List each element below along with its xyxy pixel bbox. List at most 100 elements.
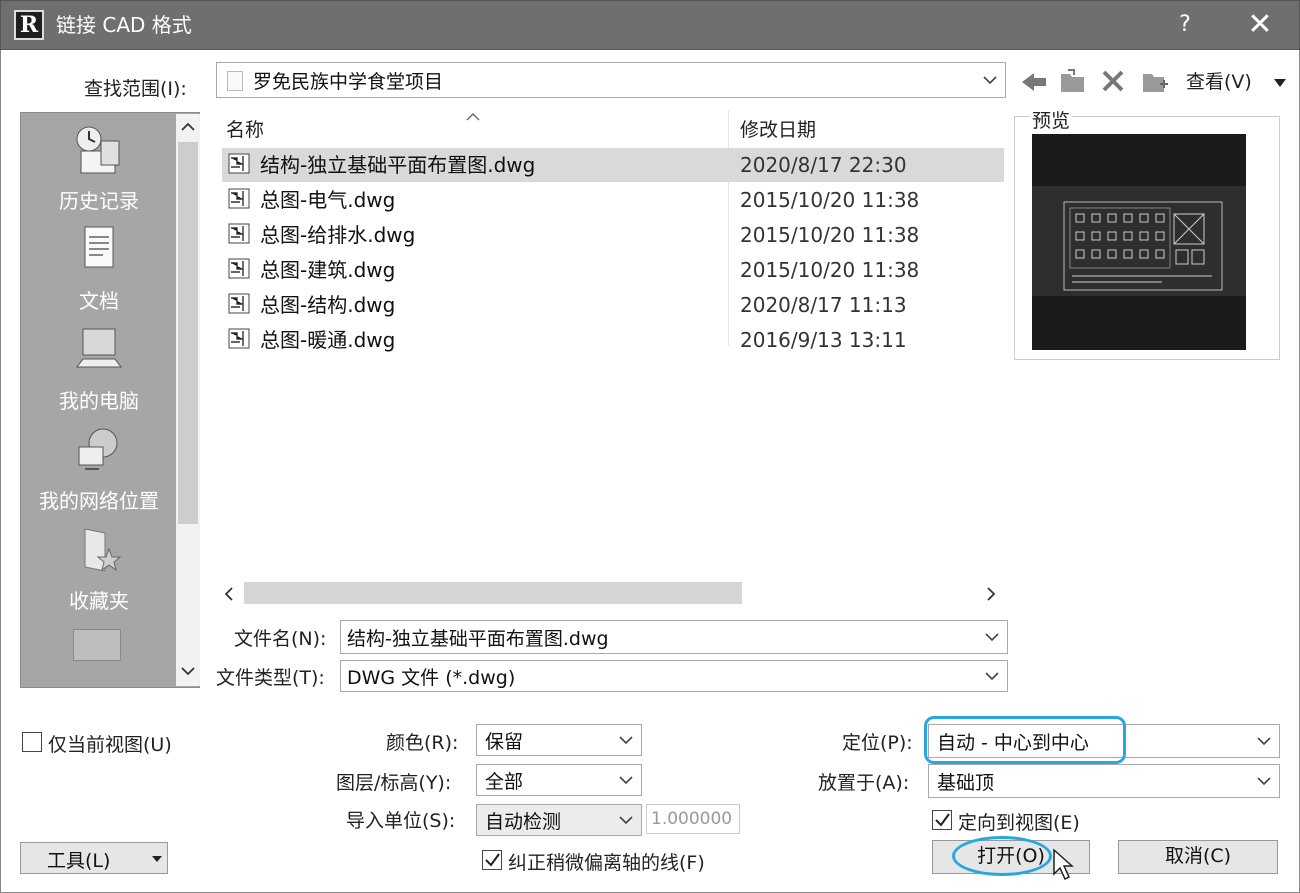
preview-image	[1032, 134, 1246, 350]
place-at-label: 放置于(A):	[818, 772, 910, 794]
orient-view-checkbox[interactable]	[932, 810, 952, 830]
chevron-down-icon	[983, 63, 997, 97]
file-row[interactable]: 总图-电气.dwg 2015/10/20 11:38	[222, 183, 1004, 217]
places-scroll-thumb[interactable]	[178, 142, 198, 524]
filetype-value: DWG 文件 (*.dwg)	[347, 666, 516, 689]
tools-button[interactable]: 工具(L)	[20, 842, 168, 874]
hscroll-thumb[interactable]	[244, 582, 742, 604]
filetype-label: 文件类型(T):	[216, 667, 325, 689]
folder-icon	[227, 71, 243, 91]
file-name: 总图-结构.dwg	[260, 293, 396, 317]
color-select[interactable]: 保留	[476, 724, 642, 756]
file-name: 总图-暖通.dwg	[260, 328, 396, 352]
desktop-icon[interactable]	[73, 629, 121, 661]
dwg-file-icon	[228, 258, 250, 279]
tools-label: 工具(L)	[47, 850, 111, 872]
chevron-down-icon[interactable]	[985, 661, 999, 691]
file-date: 2015/10/20 11:38	[740, 223, 920, 247]
file-row[interactable]: 总图-给排水.dwg 2015/10/20 11:38	[222, 218, 1004, 252]
file-date: 2015/10/20 11:38	[740, 258, 920, 282]
scroll-up-icon[interactable]	[181, 122, 195, 132]
places-scrollbar[interactable]	[176, 114, 200, 686]
place-at-select[interactable]: 基础顶	[928, 764, 1280, 798]
dwg-file-icon	[228, 188, 250, 209]
column-header-name[interactable]: 名称	[226, 115, 264, 142]
scroll-left-icon[interactable]	[224, 587, 234, 601]
units-select[interactable]: 自动检测	[476, 804, 642, 836]
units-value: 自动检测	[485, 810, 562, 833]
correct-lines-checkbox[interactable]	[482, 850, 502, 870]
up-folder-icon[interactable]	[1058, 66, 1088, 96]
file-row[interactable]: 总图-建筑.dwg 2015/10/20 11:38	[222, 253, 1004, 287]
place-network[interactable]: 我的网络位置	[21, 423, 177, 514]
chevron-down-icon[interactable]	[985, 621, 999, 653]
layers-value: 全部	[485, 770, 524, 793]
file-date: 2015/10/20 11:38	[740, 188, 920, 212]
new-folder-icon[interactable]	[1140, 66, 1170, 96]
window-title: 链接 CAD 格式	[56, 13, 192, 37]
file-row[interactable]: 总图-暖通.dwg 2016/9/13 13:11	[222, 323, 1004, 357]
close-button[interactable]: ✕	[1240, 8, 1280, 42]
views-dropdown-icon[interactable]	[1272, 74, 1288, 87]
views-menu[interactable]: 查看(V)	[1186, 67, 1252, 94]
chevron-down-icon[interactable]	[619, 805, 633, 835]
checkmark-icon	[485, 853, 500, 867]
layers-label: 图层/标高(Y):	[336, 772, 452, 794]
file-row[interactable]: 总图-结构.dwg 2020/8/17 11:13	[222, 288, 1004, 322]
chevron-down-icon[interactable]	[619, 765, 633, 795]
color-label: 颜色(R):	[386, 732, 459, 754]
chevron-down-icon[interactable]	[619, 725, 633, 755]
dwg-file-icon	[228, 293, 250, 314]
place-documents[interactable]: 文档	[21, 223, 177, 314]
current-view-checkbox[interactable]	[22, 732, 42, 752]
revit-app-icon: R	[14, 10, 44, 40]
back-arrow-icon[interactable]	[1020, 68, 1048, 96]
computer-icon	[76, 328, 122, 368]
open-highlight	[952, 836, 1052, 876]
place-history[interactable]: 历史记录	[21, 123, 177, 214]
lookin-label: 查找范围(I):	[84, 78, 187, 100]
dwg-file-icon	[228, 328, 250, 349]
current-view-label: 仅当前视图(U)	[48, 734, 172, 756]
file-list-hscrollbar[interactable]	[216, 580, 1006, 606]
delete-icon[interactable]	[1100, 68, 1126, 94]
units-label: 导入单位(S):	[346, 810, 456, 832]
place-computer[interactable]: 我的电脑	[21, 323, 177, 414]
dropdown-arrow-icon	[152, 856, 162, 862]
help-button[interactable]: ?	[1168, 10, 1202, 40]
filetype-combo[interactable]: DWG 文件 (*.dwg)	[340, 660, 1008, 692]
file-date: 2016/9/13 13:11	[740, 328, 907, 352]
filename-label: 文件名(N):	[234, 628, 327, 650]
title-bar	[0, 0, 1300, 50]
lookin-combo[interactable]: 罗免民族中学食堂项目	[216, 62, 1006, 98]
layers-select[interactable]: 全部	[476, 764, 642, 796]
checkmark-icon	[935, 813, 950, 827]
file-row[interactable]: 结构-独立基础平面布置图.dwg 2020/8/17 22:30	[222, 148, 1004, 182]
dwg-file-icon	[228, 223, 250, 244]
dwg-file-icon	[228, 153, 250, 174]
sort-up-icon	[466, 106, 480, 121]
cancel-button[interactable]: 取消(C)	[1118, 840, 1278, 874]
chevron-down-icon[interactable]	[1257, 765, 1271, 797]
file-date: 2020/8/17 22:30	[740, 153, 907, 177]
scroll-down-icon[interactable]	[181, 666, 195, 676]
lookin-value: 罗免民族中学食堂项目	[253, 70, 444, 93]
chevron-down-icon[interactable]	[1257, 725, 1271, 757]
scroll-right-icon[interactable]	[986, 587, 996, 601]
scale-value: 1.000000	[651, 809, 733, 829]
file-name: 结构-独立基础平面布置图.dwg	[260, 153, 536, 177]
position-label: 定位(P):	[842, 732, 913, 754]
color-value: 保留	[485, 730, 524, 753]
filename-input[interactable]: 结构-独立基础平面布置图.dwg	[347, 621, 609, 653]
favorites-icon	[84, 528, 122, 572]
file-name: 总图-建筑.dwg	[260, 258, 396, 282]
mouse-cursor-icon	[1053, 848, 1074, 881]
file-date: 2020/8/17 11:13	[740, 293, 907, 317]
correct-lines-label: 纠正稍微偏离轴的线(F)	[508, 852, 705, 874]
column-header-date[interactable]: 修改日期	[740, 115, 816, 142]
orient-view-label: 定向到视图(E)	[958, 812, 1080, 834]
history-icon	[76, 126, 120, 174]
filename-combo[interactable]: 结构-独立基础平面布置图.dwg	[340, 620, 1008, 654]
place-favorites[interactable]: 收藏夹	[21, 523, 177, 614]
scale-field: 1.000000	[646, 804, 740, 834]
